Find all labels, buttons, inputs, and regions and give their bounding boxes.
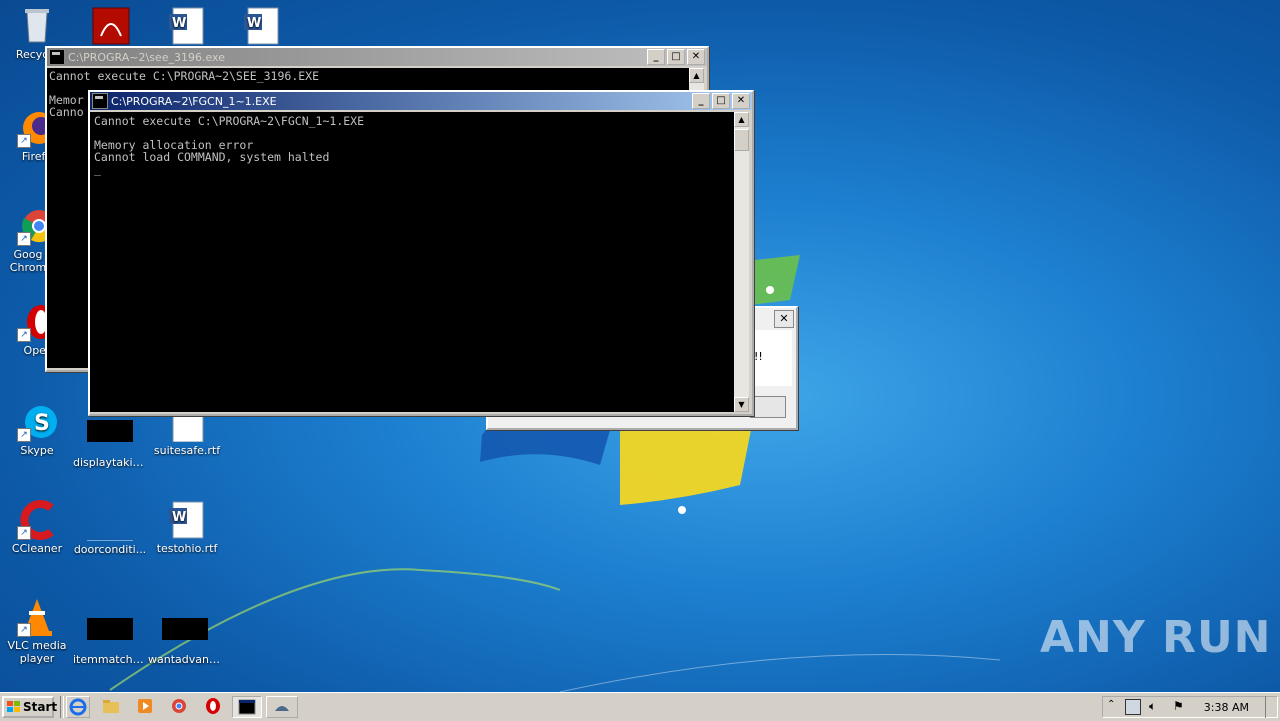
start-button[interactable]: Start (2, 696, 58, 718)
svg-text:W: W (247, 16, 261, 31)
shortcut-arrow-icon: ↗ (17, 134, 31, 148)
media-player-taskbar-icon[interactable] (134, 696, 158, 718)
scroll-thumb[interactable] (734, 129, 749, 151)
svg-text:W: W (172, 510, 186, 525)
speaker-icon[interactable]: 🔈︎ (1149, 699, 1156, 714)
skype-shortcut[interactable]: S ↗ Skype (0, 402, 74, 457)
word-document-icon: W (167, 500, 207, 540)
vlc-cone-icon: ↗ (17, 597, 57, 637)
ccleaner-icon: ↗ (17, 500, 57, 540)
vlc-shortcut[interactable]: ↗ VLC media player (0, 597, 74, 665)
skype-icon: S ↗ (17, 402, 57, 442)
scroll-up-button[interactable]: ▲ (689, 68, 704, 83)
svg-text:S: S (34, 411, 50, 436)
opera-taskbar-icon[interactable] (202, 696, 226, 718)
close-button[interactable]: ✕ (687, 49, 705, 65)
doorconditi-label: doorconditi... (73, 543, 147, 556)
ie-taskbar-icon[interactable] (66, 696, 90, 718)
vlc-label: VLC media player (7, 639, 67, 665)
console-icon (49, 49, 65, 65)
dialog-text-fragment: !! (754, 350, 763, 363)
maximize-button[interactable]: □ (667, 49, 685, 65)
console-icon (92, 93, 108, 109)
title-bar[interactable]: C:\PROGRA~2\FGCN_1~1.EXE _ □ ✕ (90, 92, 752, 110)
trash-icon (17, 6, 57, 46)
doorconditi-file[interactable]: doorconditi... (73, 500, 147, 556)
wantadvanc-label: wantadvanc... (148, 653, 222, 666)
shortcut-arrow-icon: ↗ (17, 623, 31, 637)
skype-label: Skype (20, 444, 54, 457)
console-output: Cannot execute C:\PROGRA~2\FGCN_1~1.EXE … (90, 112, 734, 412)
scroll-up-button[interactable]: ▲ (734, 112, 749, 127)
displaytakin-file[interactable]: displaytakin... (73, 420, 147, 469)
file-thumbnail-icon (87, 420, 133, 442)
taskbar: Start ⌃ 🔈︎ ⚑ 3:38 AM (0, 692, 1280, 721)
shortcut-arrow-icon: ↗ (17, 328, 31, 342)
testohio-label: testohio.rtf (156, 542, 218, 555)
title-bar[interactable]: C:\PROGRA~2\see_3196.exe _ □ ✕ (47, 48, 707, 66)
show-hidden-icons-button[interactable]: ⌃ (1107, 699, 1115, 710)
ccleaner-label: CCleaner (11, 542, 63, 555)
shortcut-arrow-icon: ↗ (17, 526, 31, 540)
svg-text:W: W (172, 16, 186, 31)
word-doc-icon-2[interactable]: W (225, 6, 299, 48)
chrome-label: Goog Chrom (9, 248, 47, 274)
displaytakin-label: displaytakin... (73, 456, 147, 469)
pdf-icon (91, 6, 131, 46)
quicklaunch-separator (60, 696, 64, 718)
vertical-scrollbar[interactable]: ▲ ▼ (734, 112, 749, 412)
chrome-taskbar-icon[interactable] (168, 696, 192, 718)
close-button[interactable]: ✕ (732, 93, 750, 109)
word-doc-icon-1[interactable]: W (150, 6, 224, 48)
console-window-fgcn[interactable]: C:\PROGRA~2\FGCN_1~1.EXE _ □ ✕ Cannot ex… (88, 90, 754, 416)
minimize-button[interactable]: _ (692, 93, 710, 109)
minimize-button[interactable]: _ (647, 49, 665, 65)
file-thumbnail-icon (87, 618, 133, 640)
clock[interactable]: 3:38 AM (1204, 701, 1249, 714)
dialog-button[interactable] (750, 396, 786, 418)
wantadvanc-file[interactable]: wantadvanc... (148, 618, 222, 666)
maximize-button[interactable]: □ (712, 93, 730, 109)
explorer-taskbar-icon[interactable] (100, 696, 124, 718)
system-tray: ⌃ 🔈︎ ⚑ 3:38 AM (1102, 696, 1278, 718)
itemmatch-label: itemmatch.jpg (73, 653, 147, 666)
testohio-file[interactable]: W testohio.rtf (150, 500, 224, 555)
action-center-flag-icon[interactable]: ⚑ (1173, 699, 1184, 713)
file-thumbnail-icon (162, 618, 208, 640)
app-taskbar-button[interactable] (266, 696, 298, 718)
anyrun-watermark: ANY RUN (1040, 612, 1272, 663)
start-label: Start (23, 700, 58, 714)
ccleaner-shortcut[interactable]: ↗ CCleaner (0, 500, 74, 555)
window-title: C:\PROGRA~2\see_3196.exe (68, 50, 225, 64)
shortcut-arrow-icon: ↗ (17, 232, 31, 246)
scroll-down-button[interactable]: ▼ (734, 397, 749, 412)
show-desktop-button[interactable] (1265, 696, 1278, 718)
network-icon[interactable] (1125, 699, 1141, 715)
window-title: C:\PROGRA~2\FGCN_1~1.EXE (111, 94, 277, 108)
file-thumbnail-icon (87, 500, 133, 541)
word-document-icon: W (242, 6, 282, 46)
windows-flag-icon (7, 701, 20, 712)
acrobat-icon[interactable] (74, 6, 148, 48)
suitesafe-label: suitesafe.rtf (153, 444, 221, 457)
dialog-close-button[interactable]: ✕ (774, 310, 794, 328)
itemmatch-file[interactable]: itemmatch.jpg (73, 618, 147, 666)
shortcut-arrow-icon: ↗ (17, 428, 31, 442)
word-document-icon: W (167, 6, 207, 46)
console-taskbar-button[interactable] (232, 696, 262, 718)
